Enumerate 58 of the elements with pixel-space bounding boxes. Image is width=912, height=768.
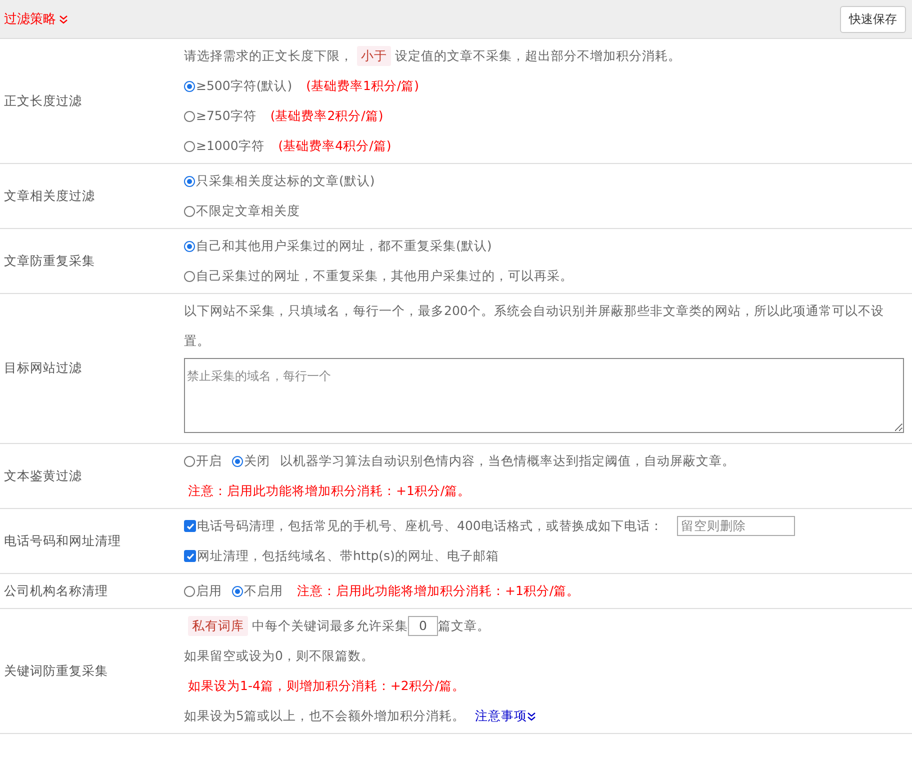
- warning-text: (基础费率2积分/篇): [270, 107, 384, 125]
- description-text: 中每个关键词最多允许采集: [252, 617, 408, 635]
- double-chevron-down-icon: [59, 14, 68, 24]
- warning-text: 注意：启用此功能将增加积分消耗：+1积分/篇。: [188, 482, 471, 500]
- radio-label[interactable]: 只采集相关度达标的文章(默认): [196, 166, 375, 196]
- radio-button[interactable]: [232, 586, 243, 596]
- phone-input-field[interactable]: 留空则删除: [676, 516, 795, 536]
- warning-text: (基础费率4积分/篇): [278, 137, 392, 155]
- radio-label[interactable]: 关闭: [244, 446, 270, 476]
- radio-label[interactable]: ≥500字符(默认): [196, 71, 292, 101]
- radio-button[interactable]: [184, 206, 195, 216]
- radio-button[interactable]: [184, 586, 195, 596]
- setting-label: 文章相关度过滤: [4, 188, 95, 204]
- radio-button[interactable]: [184, 240, 195, 252]
- setting-label: 目标网站过滤: [4, 360, 82, 377]
- warning-text: (基础费率1积分/篇): [306, 77, 420, 95]
- radio-label[interactable]: 自己采集过的网址，不重复采集，其他用户采集过的，可以再采。: [196, 261, 573, 291]
- description-text: 篇文章。: [438, 617, 490, 635]
- description-text: 设定值的文章不采集，超出部分不增加积分消耗。: [395, 47, 681, 65]
- quick-save-button[interactable]: 快速保存: [840, 6, 906, 32]
- checkbox[interactable]: [184, 520, 196, 532]
- setting-label: 公司机构名称清理: [4, 582, 108, 600]
- radio-label[interactable]: 开启: [196, 446, 222, 476]
- description-text: 如果设为5篇或以上，也不会额外增加积分消耗。: [184, 707, 465, 725]
- radio-label[interactable]: 启用: [196, 576, 222, 606]
- checkbox-label[interactable]: 电话号码清理，包括常见的手机号、座机号、400电话格式，或替换成如下电话：: [197, 511, 663, 541]
- radio-label[interactable]: ≥1000字符: [196, 131, 264, 161]
- radio-button[interactable]: [232, 456, 243, 466]
- description-text: 以机器学习算法自动识别色情内容，当色情概率达到指定阈值，自动屏蔽文章。: [280, 452, 735, 470]
- double-chevron-down-icon: [526, 712, 536, 720]
- description-text: 请选择需求的正文长度下限，: [184, 47, 353, 65]
- description-text: 以下网站不采集，只填域名，每行一个，最多200个。系统会自动识别并屏蔽那些非文章类的网站，所以此项通常可以不设置。: [184, 302, 885, 350]
- radio-label[interactable]: 自己和其他用户采集过的网址，都不重复采集(默认): [196, 231, 492, 261]
- warning-text: 注意：启用此功能将增加积分消耗：+1积分/篇。: [297, 582, 580, 600]
- notice-link[interactable]: 注意事项: [474, 701, 536, 731]
- checkbox[interactable]: [184, 550, 196, 562]
- radio-button[interactable]: [184, 456, 195, 466]
- radio-label[interactable]: 不限定文章相关度: [196, 196, 300, 226]
- radio-button[interactable]: [184, 270, 195, 282]
- radio-button[interactable]: [184, 176, 195, 186]
- number-input-field[interactable]: 0: [408, 616, 438, 636]
- radio-button[interactable]: [184, 80, 195, 92]
- checkbox-label[interactable]: 网址清理，包括纯域名、带http(s)的网址、电子邮箱: [197, 541, 499, 571]
- radio-button[interactable]: [184, 140, 195, 152]
- keyword-tag: 小于: [357, 46, 391, 66]
- filter-strategy-toggle[interactable]: 过滤策略: [4, 10, 68, 28]
- domain-textarea[interactable]: 禁止采集的域名，每行一个: [184, 358, 904, 433]
- keyword-tag: 私有词库: [188, 616, 248, 636]
- setting-label: 正文长度过滤: [4, 92, 82, 110]
- radio-label[interactable]: ≥750字符: [196, 101, 256, 131]
- radio-label[interactable]: 不启用: [244, 576, 283, 606]
- setting-label: 文章防重复采集: [4, 252, 95, 270]
- radio-button[interactable]: [184, 110, 195, 122]
- description-text: 如果留空或设为0，则不限篇数。: [184, 647, 374, 665]
- warning-text: 如果设为1-4篇，则增加积分消耗：+2积分/篇。: [188, 677, 466, 695]
- setting-label: 文本鉴黄过滤: [4, 468, 82, 484]
- setting-label: 电话号码和网址清理: [4, 532, 121, 550]
- setting-label: 关键词防重复采集: [4, 662, 108, 680]
